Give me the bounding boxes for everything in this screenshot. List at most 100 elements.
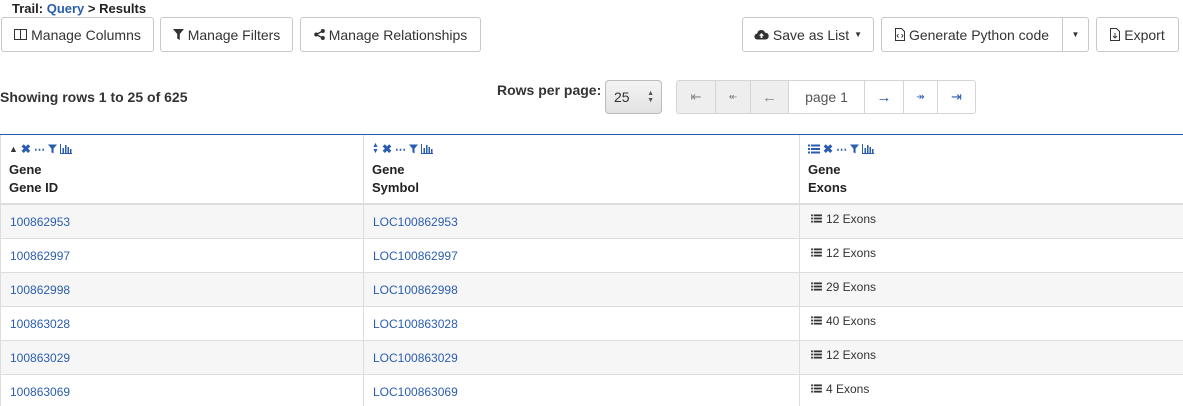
remove-column-icon[interactable]: ✖ (382, 142, 392, 156)
filter-icon[interactable] (47, 144, 57, 154)
page-indicator: page 1 (789, 81, 865, 113)
exons-cell[interactable]: 29 Exons (799, 273, 1183, 306)
list-icon (811, 282, 822, 291)
previous-page-button[interactable]: ← (751, 81, 789, 113)
share-icon (313, 29, 325, 40)
gene-id-link[interactable]: 100863028 (10, 317, 70, 331)
table-row: 100862953 LOC100862953 12 Exons (0, 205, 1183, 239)
back-many-button[interactable]: ↞ (716, 81, 751, 113)
list-icon (811, 384, 822, 393)
column-header-symbol: ▲ ▼ ✖ ⋯ Gene Symbol (363, 135, 799, 203)
cloud-upload-icon (754, 29, 769, 40)
rows-per-page-select[interactable]: 25 ▲ ▼ (605, 80, 662, 114)
rows-summary: Showing rows 1 to 25 of 625 (0, 89, 188, 105)
sort-ascending-icon[interactable]: ▲ (9, 144, 18, 154)
gene-id-link[interactable]: 100862953 (10, 215, 70, 229)
exons-cell[interactable]: 12 Exons (799, 239, 1183, 272)
table-row: 100862997 LOC100862997 12 Exons (0, 239, 1183, 273)
rows-per-page-label: Rows per page: (497, 82, 602, 98)
gene-symbol-link[interactable]: LOC100863028 (373, 317, 458, 331)
rows-per-page-value: 25 (614, 89, 630, 105)
first-page-button[interactable]: ⇤ (677, 81, 716, 113)
column-title-line1: Gene (808, 162, 841, 177)
exons-count: 4 Exons (826, 382, 870, 396)
gene-symbol-link[interactable]: LOC100862953 (373, 215, 458, 229)
column-title-line1: Gene (372, 162, 405, 177)
sort-icon[interactable]: ▲ ▼ (372, 142, 379, 155)
manage-filters-label: Manage Filters (187, 26, 281, 43)
gene-id-link[interactable]: 100863029 (10, 351, 70, 365)
table-row: 100862998 LOC100862998 29 Exons (0, 273, 1183, 307)
exons-cell[interactable]: 12 Exons (799, 341, 1183, 374)
generate-python-button[interactable]: Generate Python code (881, 17, 1063, 52)
manage-relationships-button[interactable]: Manage Relationships (300, 17, 481, 52)
save-as-list-button[interactable]: Save as List ▼ (742, 17, 874, 52)
manage-columns-label: Manage Columns (31, 26, 141, 43)
list-icon[interactable] (808, 144, 820, 154)
results-table: ▲ ✖ ⋯ Gene Gene ID ▲ ▼ ✖ ⋯ Gene Symbol ✖… (0, 134, 1183, 406)
generate-python-dropdown-button[interactable]: ▼ (1062, 17, 1089, 52)
table-header: ▲ ✖ ⋯ Gene Gene ID ▲ ▼ ✖ ⋯ Gene Symbol ✖… (0, 135, 1183, 205)
list-icon (811, 248, 822, 257)
last-page-button[interactable]: ⇥ (938, 81, 975, 113)
filter-icon[interactable] (850, 144, 860, 154)
breadcrumb: Trail: Query > Results (12, 1, 146, 17)
select-arrows-icon: ▲ ▼ (647, 90, 654, 104)
exons-cell[interactable]: 4 Exons (799, 375, 1183, 406)
exons-count: 29 Exons (826, 280, 877, 294)
exons-count: 12 Exons (826, 348, 877, 362)
file-code-icon (894, 28, 905, 41)
exons-cell[interactable]: 12 Exons (799, 205, 1183, 238)
gene-id-link[interactable]: 100862998 (10, 283, 70, 297)
column-header-exons: ✖ ⋯ Gene Exons (799, 135, 1183, 203)
gene-symbol-link[interactable]: LOC100862997 (373, 249, 458, 263)
list-icon (811, 350, 822, 359)
gene-symbol-link[interactable]: LOC100862998 (373, 283, 458, 297)
remove-column-icon[interactable]: ✖ (823, 142, 833, 156)
table-row: 100863069 LOC100863069 4 Exons (0, 375, 1183, 406)
list-icon (811, 214, 822, 223)
exons-cell[interactable]: 40 Exons (799, 307, 1183, 340)
gene-symbol-link[interactable]: LOC100863029 (373, 351, 458, 365)
gene-symbol-link[interactable]: LOC100863069 (373, 385, 458, 399)
breadcrumb-current: Results (99, 1, 147, 16)
table-row: 100863028 LOC100863028 40 Exons (0, 307, 1183, 341)
filter-icon[interactable] (409, 144, 418, 154)
manage-relationships-label: Manage Relationships (328, 26, 468, 43)
column-summary-icon[interactable]: ⋯ (395, 143, 406, 156)
column-title-line2: Gene ID (9, 180, 59, 195)
pagination: ⇤ ↞ ← page 1 → ↠ ⇥ (676, 80, 976, 114)
filter-icon (172, 29, 184, 40)
breadcrumb-separator: > (87, 1, 96, 16)
exons-count: 12 Exons (826, 212, 877, 226)
gene-id-link[interactable]: 100863069 (10, 385, 70, 399)
generate-python-label: Generate Python code (908, 26, 1050, 43)
column-title-line1: Gene (9, 162, 42, 177)
bar-chart-icon[interactable] (421, 144, 433, 154)
file-export-icon (1110, 28, 1121, 41)
manage-columns-button[interactable]: Manage Columns (1, 17, 154, 52)
columns-icon (14, 29, 28, 40)
caret-down-icon: ▼ (1071, 30, 1080, 39)
bar-chart-icon[interactable] (862, 144, 875, 154)
caret-down-icon: ▼ (854, 30, 863, 39)
save-as-list-label: Save as List (772, 26, 850, 43)
column-summary-icon[interactable]: ⋯ (34, 143, 45, 156)
manage-filters-button[interactable]: Manage Filters (160, 17, 293, 52)
export-button[interactable]: Export (1096, 17, 1179, 52)
column-title-line2: Exons (808, 180, 848, 195)
exons-count: 12 Exons (826, 246, 877, 260)
next-page-button[interactable]: → (865, 81, 904, 113)
gene-id-link[interactable]: 100862997 (10, 249, 70, 263)
column-summary-icon[interactable]: ⋯ (836, 143, 847, 156)
forward-many-button[interactable]: ↠ (904, 81, 938, 113)
remove-column-icon[interactable]: ✖ (21, 142, 31, 156)
export-label: Export (1124, 26, 1165, 43)
exons-count: 40 Exons (826, 314, 877, 328)
column-title-line2: Symbol (372, 180, 419, 195)
bar-chart-icon[interactable] (59, 144, 72, 154)
breadcrumb-query-link[interactable]: Query (47, 1, 85, 16)
table-row: 100863029 LOC100863029 12 Exons (0, 341, 1183, 375)
list-icon (811, 316, 822, 325)
breadcrumb-prefix: Trail: (12, 1, 44, 16)
